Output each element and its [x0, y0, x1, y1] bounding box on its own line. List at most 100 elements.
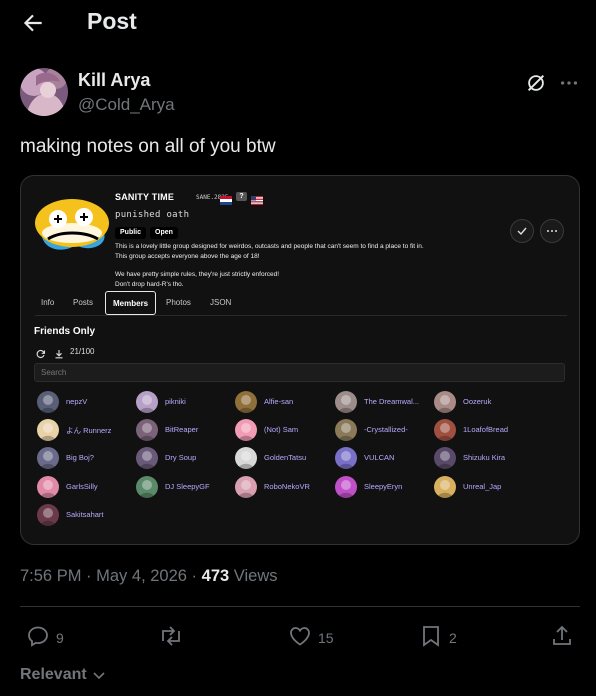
group-more-button [540, 219, 564, 243]
member-item: Oozeruk [434, 391, 529, 413]
member-item: The Dreamwal... [335, 391, 430, 413]
member-avatar [434, 391, 456, 413]
member-item: Alfie-san [235, 391, 330, 413]
member-name: The Dreamwal... [364, 397, 420, 406]
us-flag-icon [251, 192, 263, 205]
divider [20, 606, 580, 607]
member-item: Sakitsahart [37, 504, 132, 526]
public-badge: Public [115, 227, 147, 239]
tab-posts: Posts [73, 298, 94, 307]
member-item: DJ SleepyGF [136, 476, 231, 498]
tab-info: Info [41, 298, 55, 307]
member-item: -Crystallized- [335, 419, 430, 441]
member-name: BitReaper [165, 425, 199, 434]
member-avatar [434, 419, 456, 441]
member-avatar [37, 419, 59, 441]
member-item: Unreal_Jap [434, 476, 529, 498]
bookmark-count: 2 [449, 630, 457, 646]
share-button[interactable] [550, 624, 574, 650]
reply-button[interactable]: 9 [26, 624, 86, 650]
member-avatar [335, 447, 357, 469]
views-count: 473 [201, 567, 230, 585]
back-button[interactable] [20, 10, 46, 36]
joined-button [510, 219, 534, 243]
group-motto: punished oath [115, 210, 190, 220]
member-avatar [434, 476, 456, 498]
member-avatar [136, 391, 158, 413]
member-name: 1LoafofBread [463, 425, 509, 434]
top-bar: Post [0, 0, 596, 46]
member-name: Big Boj? [66, 453, 94, 462]
more-options-icon[interactable] [558, 72, 580, 94]
sort-selector[interactable]: Relevant [20, 666, 105, 684]
group-logo [32, 193, 114, 259]
member-name: Alfie-san [264, 397, 294, 406]
member-item: GoldenTatsu [235, 447, 330, 469]
member-name: VULCAN [364, 453, 395, 462]
member-item: Dry Soup [136, 447, 231, 469]
more-options-icon [547, 230, 557, 232]
reply-count: 9 [56, 630, 64, 646]
member-item: Big Boj? [37, 447, 132, 469]
member-avatar [136, 476, 158, 498]
member-name: Sakitsahart [66, 510, 104, 519]
chevron-down-icon [93, 672, 105, 680]
member-count: 21/100 [70, 347, 95, 356]
member-name: pikniki [165, 397, 186, 406]
post-meta: 7:56 PM · May 4, 2026 · 473 Views [20, 567, 277, 586]
member-name: Unreal_Jap [463, 482, 502, 491]
member-name: -Crystallized- [364, 425, 408, 434]
heart-icon [290, 627, 310, 646]
group-name: SANITY TIME [115, 192, 175, 202]
sort-label: Relevant [20, 666, 87, 683]
meta-separator: · [86, 567, 97, 585]
member-avatar [235, 419, 257, 441]
member-avatar [235, 476, 257, 498]
member-name: GarlsSilly [66, 482, 98, 491]
member-item: VULCAN [335, 447, 430, 469]
group-tabs: Info Posts Members Photos JSON [35, 291, 265, 315]
member-item: SleepyEryn [335, 476, 430, 498]
grok-icon[interactable] [525, 72, 547, 94]
author-display-name[interactable]: Kill Arya [78, 70, 150, 91]
refresh-icon [36, 346, 46, 359]
description-line: We have pretty simple rules, they're jus… [115, 271, 280, 278]
post-author: Kill Arya @Cold_Arya [20, 68, 580, 118]
member-name: nepzV [66, 397, 88, 406]
bookmark-button[interactable]: 2 [420, 624, 470, 650]
member-avatar [136, 447, 158, 469]
arrow-left-icon [23, 14, 42, 32]
tab-json: JSON [210, 298, 232, 307]
share-icon [553, 625, 571, 645]
post-date[interactable]: May 4, 2026 [96, 567, 187, 585]
member-name: SleepyEryn [364, 482, 403, 491]
member-item: Shizuku Kira [434, 447, 529, 469]
like-button[interactable]: 15 [288, 624, 348, 650]
member-avatar [37, 447, 59, 469]
page-title: Post [87, 8, 137, 34]
repost-button[interactable] [158, 624, 218, 650]
repost-icon [162, 626, 180, 646]
meta-separator: · [191, 567, 202, 585]
member-avatar [235, 391, 257, 413]
description-line: This is a lovely little group designed f… [115, 243, 424, 250]
member-item: BitReaper [136, 419, 231, 441]
author-avatar[interactable] [20, 68, 68, 116]
member-avatar [37, 476, 59, 498]
bookmark-icon [423, 626, 439, 647]
download-icon [54, 346, 64, 359]
member-avatar [335, 391, 357, 413]
member-avatar [335, 476, 357, 498]
unknown-badge: ? [236, 192, 247, 201]
views-label: Views [233, 567, 278, 585]
member-name: RoboNekoVR [264, 482, 310, 491]
post-time[interactable]: 7:56 PM [20, 567, 81, 585]
member-item: (Not) Sam [235, 419, 330, 441]
post-media-image[interactable]: SANITY TIME SANE.2825 ? punished oath Pu… [20, 175, 580, 545]
member-item: RoboNekoVR [235, 476, 330, 498]
member-avatar [235, 447, 257, 469]
member-name: よん Runnerz [66, 426, 112, 435]
member-name: Dry Soup [165, 453, 197, 462]
member-avatar [434, 447, 456, 469]
author-handle[interactable]: @Cold_Arya [78, 95, 175, 115]
